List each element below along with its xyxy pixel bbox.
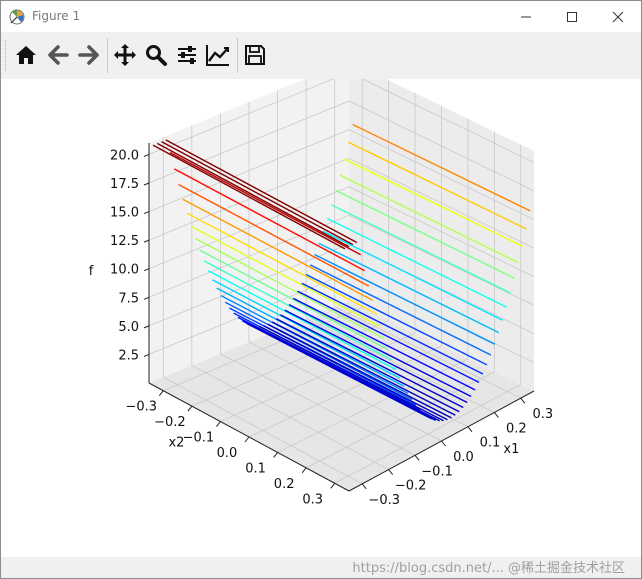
z-tick-label: 7.5 [118,291,139,306]
zoom-button[interactable] [142,41,170,69]
status-bar: https://blog.csdn.net/... @稀土掘金技术社区 [1,557,641,578]
x1-tick [361,483,367,490]
z-tick-label: 5.0 [118,320,139,335]
x2-tick-label: 0.1 [245,461,266,476]
subplots-config-icon [178,46,196,64]
z-tick [143,239,150,243]
maximize-icon [567,11,577,22]
x2-tick-label: 0.0 [217,446,238,461]
z-tick [143,296,150,300]
matplotlib-logo-icon [9,9,25,25]
x2-axis-label: x2 [168,435,184,450]
x1-tick-label: −0.1 [421,464,453,479]
figure-canvas[interactable]: −0.3 −0.2 −0.1 0.0 0.1 0.2 0.3 −0.3 −0.2 −0.1 0.0 0… [1,61,641,557]
x2-tick-label: −0.3 [125,400,157,415]
x1-tick [441,440,446,447]
customize-axes-icon [206,45,229,66]
minimize-button[interactable] [503,1,549,32]
close-button[interactable] [595,1,641,32]
navigation-toolbar [1,32,641,79]
x1-tick-label: 0.3 [532,407,553,422]
customize-button[interactable] [204,41,232,69]
forward-button[interactable] [75,41,103,69]
z-tick [143,353,150,357]
z-tick-label: 12.5 [110,234,139,249]
matplotlib-window: Figure 1 −0.3 −0.2 −0.1 0.0 0.1 0.2 0.3 … [0,0,642,579]
z-tick [143,211,150,215]
window-title: Figure 1 [32,9,81,23]
close-icon [612,11,624,22]
zoom-magnifier-icon [146,45,167,66]
x2-tick-label: 0.3 [302,492,323,507]
axes-panes [149,61,534,491]
x2-tick-label: −0.1 [183,431,215,446]
x2-tick-label: −0.2 [154,415,186,430]
maximize-button[interactable] [549,1,595,32]
x2-tick [187,405,193,412]
z-tick-label: 10.0 [110,263,139,278]
z-axis-label: f [89,264,94,279]
back-button[interactable] [44,41,72,69]
x1-tick [493,412,499,418]
subplots-button[interactable] [173,41,201,69]
save-floppy-icon [245,45,265,65]
watermark-text: https://blog.csdn.net/... @稀土掘金技术社区 [352,561,625,576]
x1-axis-label: x1 [503,442,519,457]
x1-tick-label: 0.1 [480,436,501,451]
z-tick-label: 15.0 [110,206,139,221]
save-button[interactable] [241,41,269,69]
back-arrow-icon [48,45,69,65]
x2-tick-label: 0.2 [274,477,295,492]
z-tick [143,325,150,329]
surface-3d-plot[interactable]: −0.3−0.2−0.10.00.10.20.3−0.3−0.2−0.10.00… [1,61,641,557]
z-tick-label: 2.5 [118,348,139,363]
z-tick [143,182,150,186]
z-tick [143,268,150,272]
x1-tick-label: −0.3 [368,493,400,508]
pan-button[interactable] [111,41,139,69]
x2-tick [330,482,336,489]
z-tick-label: 17.5 [110,177,139,192]
x2-tick [301,467,307,474]
x1-tick-label: 0.2 [506,421,527,436]
x2-tick [273,452,278,458]
title-bar: Figure 1 [1,1,641,32]
toolbar-separator [237,38,238,73]
x2-tick [158,390,164,397]
home-button[interactable] [12,41,40,69]
x1-tick-label: −0.2 [395,479,427,494]
toolbar-grip [5,40,8,71]
toolbar-separator [107,38,108,73]
minimize-icon [521,16,531,17]
x1-tick [388,469,394,475]
home-icon [16,46,36,64]
x1-tick [414,454,420,461]
forward-arrow-icon [78,45,99,65]
z-tick-label: 20.0 [110,148,139,163]
x1-tick [467,426,473,433]
x1-tick [520,397,526,404]
x2-tick [216,421,221,427]
z-tick [143,153,150,157]
x1-tick-label: 0.0 [453,450,474,465]
x2-tick [244,436,250,443]
pan-move-icon [114,44,136,66]
